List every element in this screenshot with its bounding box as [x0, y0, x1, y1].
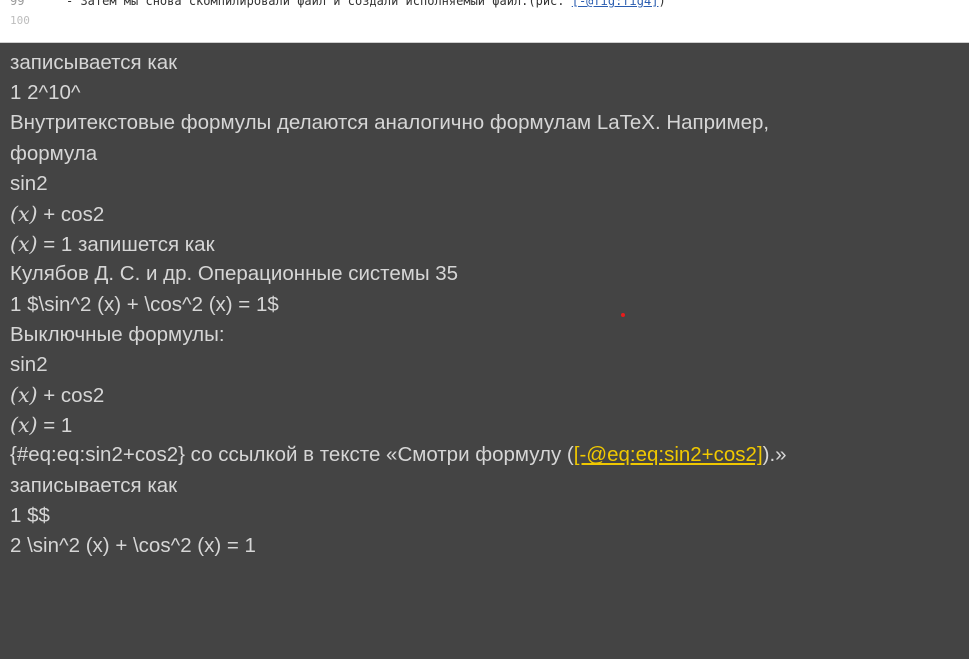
markdown-preview-pane[interactable]: записывается как 1 2^10^ Внутритекстовые… [0, 43, 969, 659]
cursor-dot-icon [621, 313, 625, 317]
math-x: (x) [10, 413, 38, 438]
preview-line: sin2 [10, 171, 48, 195]
editor-fig-reference[interactable]: [-@fig:fig4] [572, 0, 659, 8]
preview-line: (x) + cos2 [10, 201, 105, 226]
preview-line: записывается как [10, 473, 178, 497]
editor-line-text: - Затем мы снова скомпилировали файл и с… [66, 0, 666, 11]
preview-line: Выключные формулы: [10, 322, 225, 346]
preview-line: (x) + cos2 [10, 383, 105, 408]
editor-pane[interactable]: 99 - Затем мы снова скомпилировали файл … [0, 0, 969, 43]
math-x: (x) [10, 232, 38, 257]
preview-content: записывается как 1 2^10^ Внутритекстовые… [10, 48, 787, 561]
preview-line: формула [10, 141, 98, 165]
preview-line: Кулябов Д. С. и др. Операционные системы… [10, 262, 459, 286]
editor-line[interactable]: 99 - Затем мы снова скомпилировали файл … [0, 0, 969, 11]
equation-reference-link[interactable]: [-@eq:eq:sin2+cos2] [574, 443, 763, 466]
preview-line: Внутритекстовые формулы делаются аналоги… [10, 111, 770, 135]
preview-line: записывается как [10, 51, 178, 74]
preview-line: {#eq:eq:sin2+cos2} со ссылкой в тексте «… [10, 443, 787, 467]
preview-line: (x) = 1 [10, 413, 73, 438]
math-x: (x) [10, 383, 38, 408]
preview-line: 1 $$ [10, 503, 50, 527]
preview-line: sin2 [10, 352, 48, 376]
line-number: 99 [10, 0, 25, 8]
preview-line: 2 \sin^2 (x) + \cos^2 (x) = 1 [10, 534, 256, 557]
preview-line: (x) = 1 запишется как [10, 232, 215, 257]
math-x: (x) [10, 201, 38, 226]
preview-line: 1 2^10^ [10, 81, 81, 105]
next-line-number: 100 [10, 14, 30, 27]
preview-line: 1 $\sin^2 (x) + \cos^2 (x) = 1$ [10, 292, 279, 316]
